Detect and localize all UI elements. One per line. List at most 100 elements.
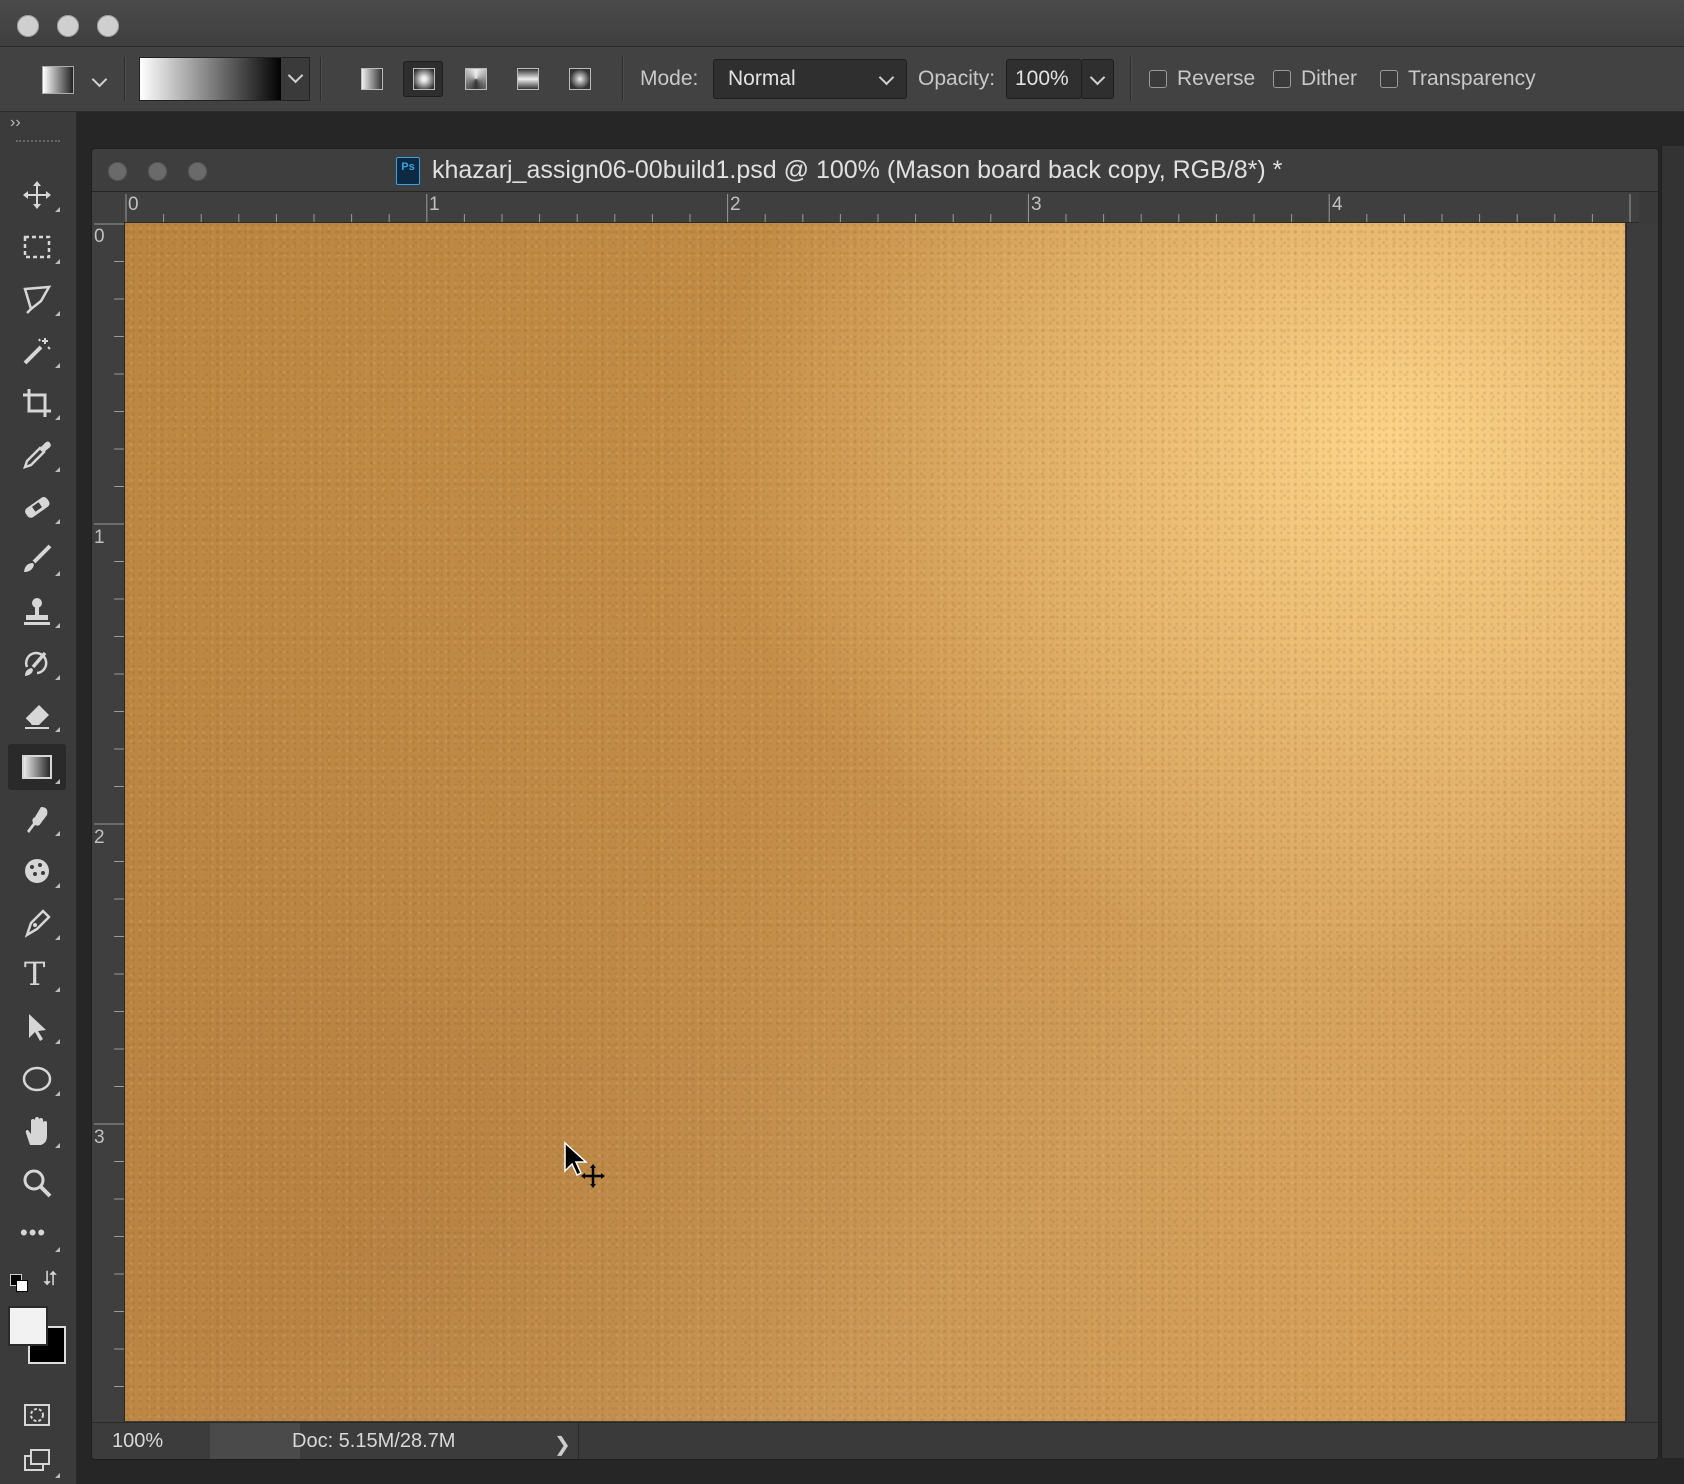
pen-tool[interactable] <box>8 900 66 946</box>
opacity-value: 100% <box>1015 67 1069 90</box>
sponge-icon <box>25 859 49 883</box>
sponge-tool[interactable] <box>8 848 66 894</box>
zoom-icon <box>23 1169 52 1198</box>
document-canvas[interactable] <box>125 223 1625 1421</box>
opacity-dropdown[interactable] <box>1081 59 1114 99</box>
eyedropper-icon <box>23 441 51 469</box>
document-tab[interactable]: Ps khazarj_assign06-00build1.psd @ 100% … <box>92 149 1658 192</box>
close-document-button[interactable] <box>108 162 127 181</box>
status-divider <box>210 1423 300 1459</box>
psd-file-icon: Ps <box>396 157 420 185</box>
screen-mode-icon <box>24 1449 50 1471</box>
vertical-scrollbar[interactable] <box>1626 223 1658 1421</box>
ellipse-icon <box>22 1066 52 1092</box>
document-title: khazarj_assign06-00build1.psd @ 100% (Ma… <box>432 156 1283 184</box>
mode-select[interactable]: Normal <box>713 59 907 99</box>
rectangular-marquee-tool[interactable] <box>8 224 66 270</box>
close-window-button[interactable] <box>17 15 39 37</box>
vertical-ruler[interactable]: 0 1 2 3 <box>92 222 125 1422</box>
smudge-tool[interactable] <box>8 796 66 842</box>
crop-icon <box>23 389 51 417</box>
clone-stamp-tool[interactable] <box>8 588 66 634</box>
ruler-h-label: 1 <box>429 194 440 215</box>
brush-tool[interactable] <box>8 536 66 582</box>
minimize-document-button[interactable] <box>148 162 167 181</box>
minimize-window-button[interactable] <box>57 15 79 37</box>
smudge-icon <box>27 807 48 833</box>
move-icon <box>23 181 51 209</box>
brush-icon <box>24 544 52 572</box>
angle-gradient-button[interactable] <box>455 61 495 97</box>
ruler-v-label: 2 <box>94 827 105 848</box>
history-brush-tool[interactable] <box>8 640 66 686</box>
radial-gradient-icon <box>413 68 435 90</box>
gradient-picker-swatch[interactable] <box>139 57 283 101</box>
horizontal-scrollbar[interactable] <box>578 1423 1658 1459</box>
ruler-h-label: 4 <box>1332 194 1343 215</box>
gradient-tool[interactable] <box>8 744 66 790</box>
history-brush-icon <box>24 651 48 676</box>
horizontal-ruler[interactable]: 0 1 2 3 4 <box>124 192 1639 223</box>
diamond-gradient-button[interactable] <box>559 61 599 97</box>
stamp-icon <box>24 598 50 625</box>
ruler-origin[interactable] <box>92 192 125 223</box>
zoom-document-button[interactable] <box>188 162 207 181</box>
screen-mode-button[interactable] <box>8 1438 66 1484</box>
gradient-picker-dropdown[interactable] <box>281 57 310 101</box>
more-icon: ••• <box>20 1220 47 1245</box>
reflected-gradient-button[interactable] <box>507 61 547 97</box>
expand-panel-icon[interactable]: ›› <box>10 114 21 132</box>
type-icon: T <box>24 955 46 993</box>
type-tool[interactable]: T <box>8 952 66 998</box>
ruler-v-label: 1 <box>94 527 105 548</box>
radial-gradient-button[interactable] <box>403 61 443 97</box>
status-menu-arrow-icon[interactable]: ❯ <box>554 1432 574 1456</box>
ruler-h-label: 2 <box>730 194 741 215</box>
chevron-down-icon <box>287 67 304 84</box>
foreground-color-swatch[interactable] <box>8 1306 48 1346</box>
marquee-icon <box>23 235 51 259</box>
chevron-down-icon <box>878 69 895 86</box>
move-tool[interactable] <box>8 172 66 218</box>
zoom-tool[interactable] <box>8 1160 66 1206</box>
reverse-checkbox[interactable] <box>1149 70 1167 88</box>
canvas-texture <box>125 223 1625 1421</box>
eyedropper-tool[interactable] <box>8 432 66 478</box>
mode-label: Mode: <box>640 67 699 90</box>
crop-tool[interactable] <box>8 380 66 426</box>
mode-value: Normal <box>728 67 796 90</box>
magic-wand-icon <box>23 338 51 365</box>
chevron-down-icon[interactable] <box>91 71 108 88</box>
eraser-tool[interactable] <box>8 692 66 738</box>
default-colors-icon-back <box>16 1280 28 1292</box>
lasso-icon <box>23 285 52 314</box>
arrow-icon <box>29 1014 46 1041</box>
swap-colors-icon[interactable]: ⮃ <box>42 1268 58 1291</box>
healing-brush-tool[interactable] <box>8 484 66 530</box>
lasso-tool[interactable] <box>8 276 66 322</box>
opacity-field[interactable]: 100% <box>1006 59 1082 99</box>
document-window: Ps khazarj_assign06-00build1.psd @ 100% … <box>91 148 1659 1460</box>
quick-mask-button[interactable] <box>8 1392 66 1438</box>
second-document-window-edge[interactable] <box>1661 146 1684 1458</box>
document-info: Doc: 5.15M/28.7M <box>292 1430 456 1452</box>
dither-checkbox[interactable] <box>1273 70 1291 88</box>
path-selection-tool[interactable] <box>8 1004 66 1050</box>
reverse-label: Reverse <box>1177 67 1256 90</box>
ruler-h-label: 0 <box>128 194 139 215</box>
zoom-window-button[interactable] <box>97 15 119 37</box>
hand-tool[interactable] <box>8 1108 66 1154</box>
tool-preset-picker[interactable] <box>42 66 74 94</box>
ellipse-tool[interactable] <box>8 1056 66 1102</box>
eraser-icon <box>24 705 49 729</box>
ruler-v-label: 0 <box>94 226 105 247</box>
linear-gradient-button[interactable] <box>351 61 391 97</box>
zoom-level-field[interactable]: 100% <box>112 1423 212 1459</box>
panel-grip[interactable] <box>16 140 60 148</box>
edit-toolbar-button[interactable]: ••• <box>8 1212 66 1258</box>
quick-mask-icon <box>24 1404 50 1426</box>
linear-gradient-icon <box>361 68 383 90</box>
transparency-checkbox[interactable] <box>1380 70 1398 88</box>
diamond-gradient-icon <box>569 68 591 90</box>
magic-wand-tool[interactable] <box>8 328 66 374</box>
